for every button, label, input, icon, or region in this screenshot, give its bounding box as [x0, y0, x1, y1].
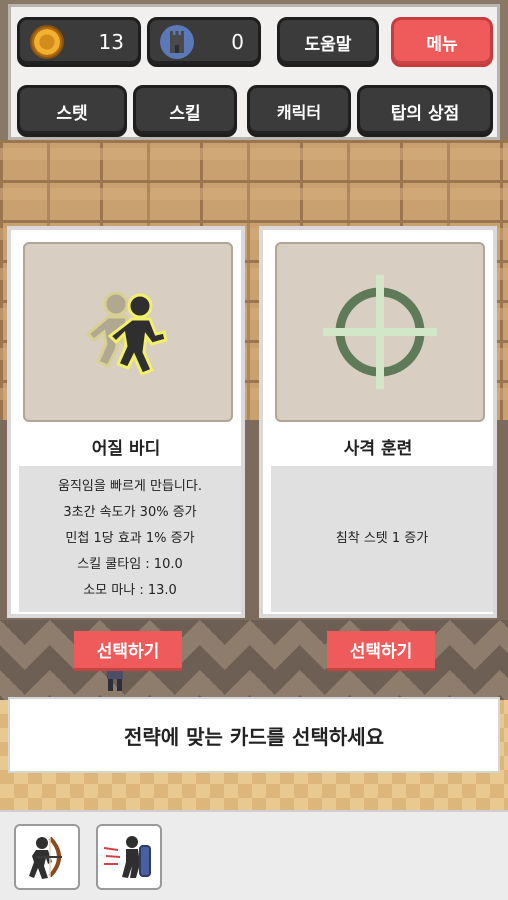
tower-shop-button[interactable]: 탑의 상점 — [357, 85, 493, 137]
card-desc-line: 민첩 1당 효과 1% 증가 — [65, 531, 195, 546]
tower-count: 0 — [231, 30, 244, 54]
top-hud: 13 0 도움말 메뉴 스텟 스킬 캐릭터 탑의 상점 — [8, 4, 500, 140]
card-desc-line: 소모 마나 : 13.0 — [83, 583, 177, 598]
skill-slot-2[interactable] — [96, 824, 162, 890]
select-card-1-button[interactable]: 선택하기 — [74, 631, 182, 671]
tower-counter: 0 — [147, 17, 261, 67]
card-desc-line: 스킬 쿨타임 : 10.0 — [77, 557, 183, 572]
skills-button[interactable]: 스킬 — [133, 85, 237, 137]
card-title: 어질 바디 — [91, 439, 161, 459]
card-description: 침착 스텟 1 증가 — [271, 466, 493, 612]
skill-bar — [0, 810, 508, 900]
coin-icon — [30, 25, 64, 59]
skill-card-shooting-training[interactable]: 사격 훈련 침착 스텟 1 증가 — [259, 226, 497, 618]
dash-shield-skill-icon — [103, 836, 151, 878]
card-desc-line: 침착 스텟 1 증가 — [335, 531, 429, 546]
coin-counter: 13 — [17, 17, 141, 67]
card-title: 사격 훈련 — [343, 439, 413, 459]
running-figure-icon — [85, 291, 168, 376]
character-button[interactable]: 캐릭터 — [247, 85, 351, 137]
stats-button[interactable]: 스텟 — [17, 85, 127, 137]
card-art — [23, 242, 233, 422]
card-desc-line: 3초간 속도가 30% 증가 — [63, 505, 197, 520]
skill-card-agile-body[interactable]: 어질 바디 움직임을 빠르게 만듭니다. 3초간 속도가 30% 증가 민첩 1… — [7, 226, 245, 618]
select-card-2-button[interactable]: 선택하기 — [327, 631, 435, 671]
card-description: 움직임을 빠르게 만듭니다. 3초간 속도가 30% 증가 민첩 1당 효과 1… — [19, 466, 241, 612]
crosshair-icon — [323, 275, 437, 389]
card-desc-line: 움직임을 빠르게 만듭니다. — [58, 479, 202, 494]
archer-skill-icon — [29, 836, 62, 879]
coin-count: 13 — [98, 30, 124, 54]
tower-icon — [160, 25, 194, 59]
skill-slot-1[interactable] — [14, 824, 80, 890]
menu-button[interactable]: 메뉴 — [391, 17, 493, 67]
card-art — [275, 242, 485, 422]
help-button[interactable]: 도움말 — [277, 17, 379, 67]
instruction-prompt: 전략에 맞는 카드를 선택하세요 — [8, 697, 500, 773]
